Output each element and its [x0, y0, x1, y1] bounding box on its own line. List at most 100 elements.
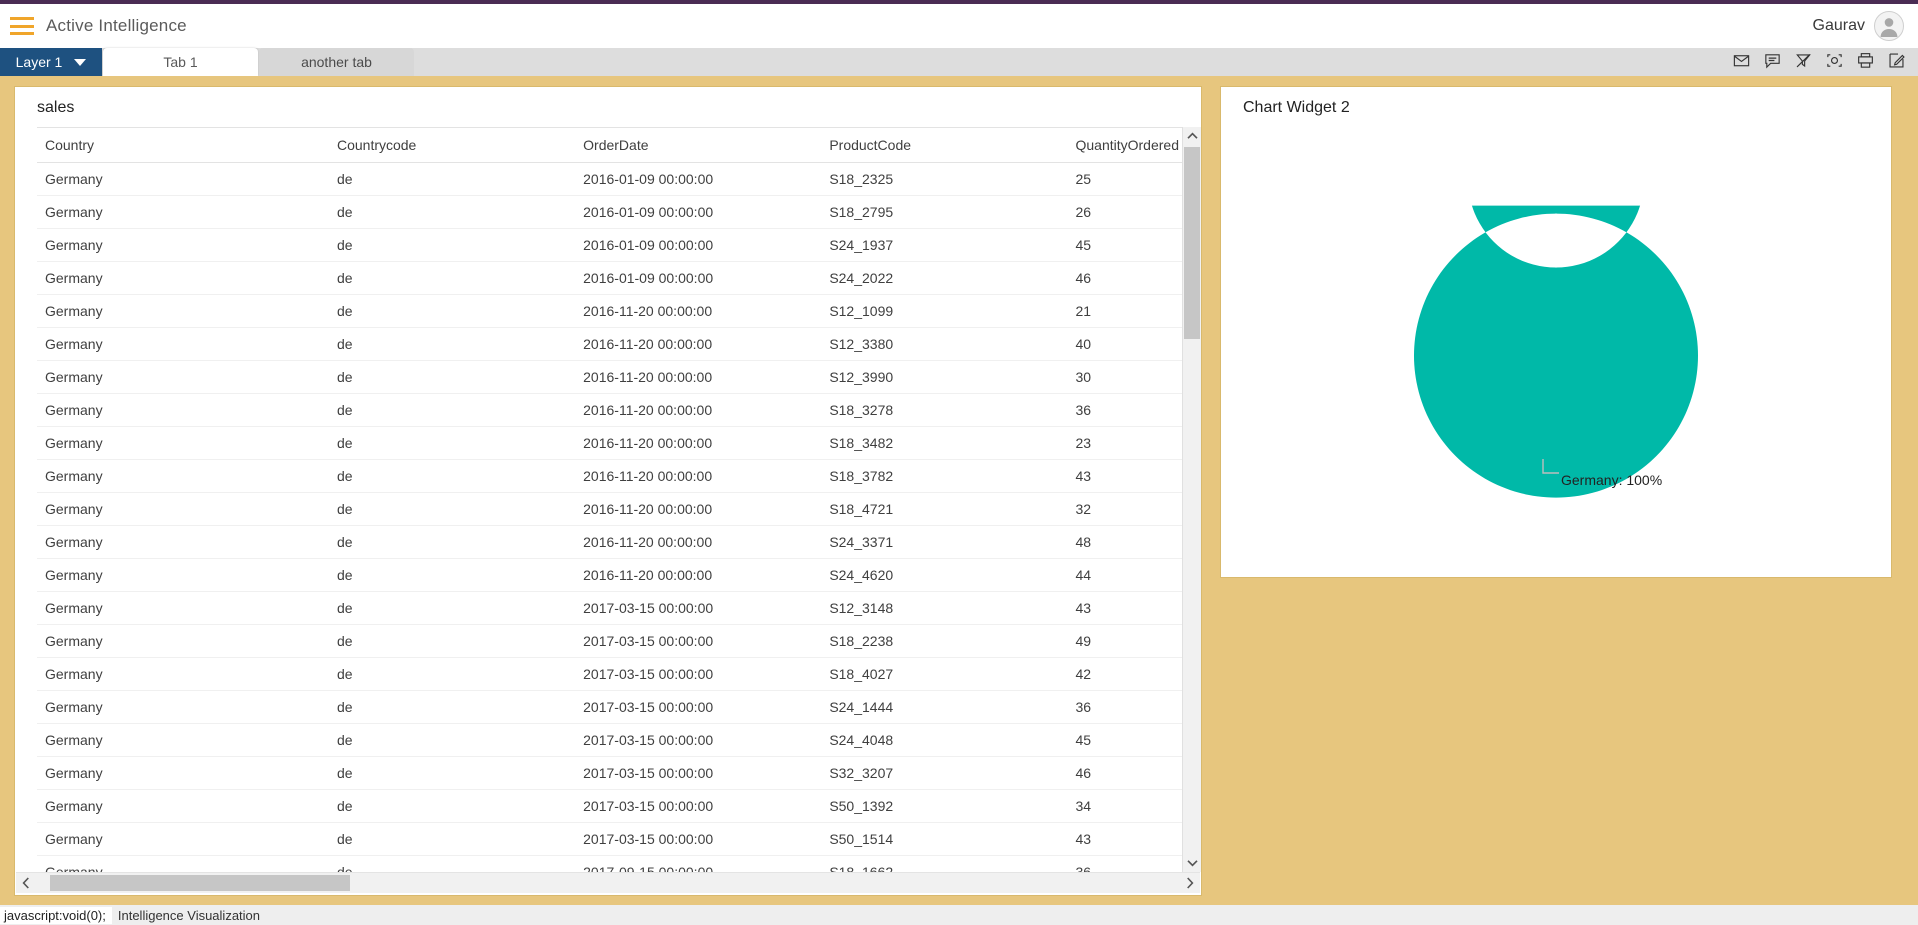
cell-countrycode: de: [329, 427, 575, 460]
column-header-quantityordered[interactable]: QuantityOrdered: [1067, 128, 1182, 163]
cell-orderdate: 2017-03-15 00:00:00: [575, 691, 821, 724]
donut-chart[interactable]: [1406, 206, 1706, 511]
cell-country: Germany: [37, 823, 329, 856]
table-row[interactable]: Germanyde2017-03-15 00:00:00S12_314843: [37, 592, 1182, 625]
cell-quantityordered: 32: [1067, 493, 1182, 526]
cell-productcode: S24_3371: [821, 526, 1067, 559]
cell-productcode: S18_2325: [821, 163, 1067, 196]
column-header-countrycode[interactable]: Countrycode: [329, 128, 575, 163]
app-header: Active Intelligence Gaurav: [0, 4, 1918, 48]
cell-orderdate: 2016-11-20 00:00:00: [575, 295, 821, 328]
table-row[interactable]: Germanyde2016-01-09 00:00:00S24_202246: [37, 262, 1182, 295]
table-horizontal-scrollbar[interactable]: [16, 872, 1200, 893]
table-row[interactable]: Germanyde2017-03-15 00:00:00S18_402742: [37, 658, 1182, 691]
column-header-country[interactable]: Country: [37, 128, 329, 163]
cell-orderdate: 2017-03-15 00:00:00: [575, 790, 821, 823]
cell-productcode: S24_2022: [821, 262, 1067, 295]
table-widget-title: sales: [15, 87, 1201, 127]
table-row[interactable]: Germanyde2017-03-15 00:00:00S50_151443: [37, 823, 1182, 856]
cell-countrycode: de: [329, 196, 575, 229]
horizontal-scroll-thumb[interactable]: [50, 875, 350, 891]
tab-label: another tab: [301, 54, 372, 70]
scroll-up-button[interactable]: [1183, 127, 1201, 145]
mail-icon[interactable]: [1732, 51, 1751, 70]
cell-productcode: S12_3148: [821, 592, 1067, 625]
cell-country: Germany: [37, 856, 329, 873]
cell-quantityordered: 36: [1067, 856, 1182, 873]
table-row[interactable]: Germanyde2016-11-20 00:00:00S12_109921: [37, 295, 1182, 328]
layer-selector[interactable]: Layer 1: [0, 48, 102, 76]
cell-orderdate: 2016-11-20 00:00:00: [575, 526, 821, 559]
snapshot-icon[interactable]: [1825, 51, 1844, 70]
table-row[interactable]: Germanyde2017-03-15 00:00:00S32_320746: [37, 757, 1182, 790]
table-row[interactable]: Germanyde2016-11-20 00:00:00S12_399030: [37, 361, 1182, 394]
cell-country: Germany: [37, 691, 329, 724]
tab-bar: Layer 1 Tab 1 another tab: [0, 48, 1918, 76]
sales-table: Country Countrycode OrderDate ProductCod…: [37, 127, 1182, 872]
cell-productcode: S12_3990: [821, 361, 1067, 394]
scroll-right-button[interactable]: [1180, 877, 1200, 889]
cell-countrycode: de: [329, 526, 575, 559]
cell-quantityordered: 43: [1067, 823, 1182, 856]
chart-widget: Chart Widget 2 Germany: 100%: [1220, 86, 1892, 578]
workspace: sales Country Countrycode OrderDate Prod…: [0, 76, 1918, 925]
scroll-left-button[interactable]: [16, 877, 36, 889]
donut-slice-label: Germany: 100%: [1561, 472, 1662, 488]
table-row[interactable]: Germanyde2016-11-20 00:00:00S12_338040: [37, 328, 1182, 361]
cell-orderdate: 2017-03-15 00:00:00: [575, 823, 821, 856]
cell-quantityordered: 46: [1067, 757, 1182, 790]
table-row[interactable]: Germanyde2017-03-15 00:00:00S18_223849: [37, 625, 1182, 658]
vertical-scroll-thumb[interactable]: [1184, 147, 1200, 339]
cell-countrycode: de: [329, 625, 575, 658]
table-row[interactable]: Germanyde2017-03-15 00:00:00S24_404845: [37, 724, 1182, 757]
table-row[interactable]: Germanyde2016-11-20 00:00:00S24_337148: [37, 526, 1182, 559]
table-row[interactable]: Germanyde2016-11-20 00:00:00S18_327836: [37, 394, 1182, 427]
cell-quantityordered: 44: [1067, 559, 1182, 592]
cell-orderdate: 2017-03-15 00:00:00: [575, 757, 821, 790]
tab-another-tab[interactable]: another tab: [259, 48, 414, 76]
cell-countrycode: de: [329, 394, 575, 427]
cell-quantityordered: 21: [1067, 295, 1182, 328]
horizontal-scroll-track[interactable]: [36, 873, 1180, 893]
table-row[interactable]: Germanyde2016-11-20 00:00:00S18_472132: [37, 493, 1182, 526]
clear-filter-icon[interactable]: [1794, 51, 1813, 70]
hamburger-icon[interactable]: [10, 17, 34, 35]
cell-countrycode: de: [329, 658, 575, 691]
cell-orderdate: 2016-01-09 00:00:00: [575, 262, 821, 295]
status-link[interactable]: javascript:void(0);: [0, 907, 112, 924]
cell-quantityordered: 36: [1067, 394, 1182, 427]
chevron-down-icon: [74, 59, 86, 66]
table-row[interactable]: Germanyde2016-11-20 00:00:00S24_462044: [37, 559, 1182, 592]
cell-countrycode: de: [329, 559, 575, 592]
cell-quantityordered: 43: [1067, 460, 1182, 493]
vertical-scroll-track[interactable]: [1183, 145, 1201, 854]
table-row[interactable]: Germanyde2016-11-20 00:00:00S18_378243: [37, 460, 1182, 493]
table-row[interactable]: Germanyde2017-03-15 00:00:00S24_144436: [37, 691, 1182, 724]
tab-tab-1[interactable]: Tab 1: [103, 48, 258, 76]
scroll-down-button[interactable]: [1183, 854, 1201, 872]
table-row[interactable]: Germanyde2016-01-09 00:00:00S18_279526: [37, 196, 1182, 229]
cell-orderdate: 2017-03-15 00:00:00: [575, 724, 821, 757]
comment-icon[interactable]: [1763, 51, 1782, 70]
cell-country: Germany: [37, 724, 329, 757]
cell-countrycode: de: [329, 295, 575, 328]
cell-country: Germany: [37, 328, 329, 361]
cell-productcode: S18_3482: [821, 427, 1067, 460]
table-row[interactable]: Germanyde2017-09-15 00:00:00S18_166236: [37, 856, 1182, 873]
table-vertical-scrollbar[interactable]: [1182, 127, 1201, 872]
cell-country: Germany: [37, 394, 329, 427]
table-row[interactable]: Germanyde2017-03-15 00:00:00S50_139234: [37, 790, 1182, 823]
cell-country: Germany: [37, 658, 329, 691]
cell-orderdate: 2016-01-09 00:00:00: [575, 196, 821, 229]
column-header-orderdate[interactable]: OrderDate: [575, 128, 821, 163]
cell-productcode: S32_3207: [821, 757, 1067, 790]
table-row[interactable]: Germanyde2016-11-20 00:00:00S18_348223: [37, 427, 1182, 460]
user-avatar-icon[interactable]: [1874, 11, 1904, 41]
table-row[interactable]: Germanyde2016-01-09 00:00:00S24_193745: [37, 229, 1182, 262]
edit-icon[interactable]: [1887, 51, 1906, 70]
column-header-productcode[interactable]: ProductCode: [821, 128, 1067, 163]
print-icon[interactable]: [1856, 51, 1875, 70]
cell-productcode: S24_4048: [821, 724, 1067, 757]
table-row[interactable]: Germanyde2016-01-09 00:00:00S18_232525: [37, 163, 1182, 196]
cell-quantityordered: 25: [1067, 163, 1182, 196]
